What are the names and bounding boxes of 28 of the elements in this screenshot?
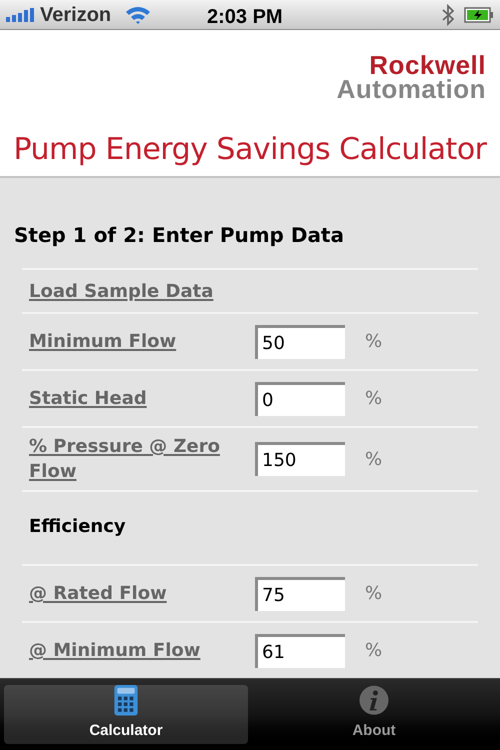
number-input[interactable]: 150 bbox=[255, 442, 345, 476]
field-label-link[interactable]: % Pressure @ Zero Flow bbox=[29, 434, 255, 484]
number-input[interactable]: 61 bbox=[255, 634, 345, 668]
field-label-link[interactable]: Minimum Flow bbox=[29, 329, 176, 354]
signal-icon bbox=[6, 8, 36, 22]
section-heading: Efficiency bbox=[29, 514, 126, 538]
field-label-link[interactable]: Static Head bbox=[29, 386, 147, 411]
tab-button[interactable]: About bbox=[252, 685, 496, 744]
unit-label: % bbox=[365, 448, 382, 472]
number-input[interactable]: 75 bbox=[255, 576, 345, 610]
bluetooth-icon bbox=[442, 4, 454, 26]
number-input[interactable]: 50 bbox=[255, 324, 345, 358]
unit-label: % bbox=[365, 387, 382, 411]
step-heading: Step 1 of 2: Enter Pump Data bbox=[14, 223, 344, 247]
carrier-name: Verizon bbox=[40, 2, 112, 28]
company-logo: Rockwell Automation bbox=[336, 53, 486, 101]
tab-button[interactable]: Calculator bbox=[4, 685, 248, 744]
field-label-link[interactable]: @ Minimum Flow bbox=[29, 638, 200, 663]
page-title: Pump Energy Savings Calculator bbox=[13, 131, 487, 169]
number-input[interactable]: 0 bbox=[255, 382, 345, 416]
unit-label: % bbox=[365, 330, 382, 354]
clock-time: 2:03 PM bbox=[207, 5, 283, 30]
unit-label: % bbox=[365, 582, 382, 606]
battery-icon bbox=[464, 6, 494, 22]
load-sample-link[interactable]: Load Sample Data bbox=[29, 278, 214, 304]
unit-label: % bbox=[365, 639, 382, 663]
field-label-link[interactable]: @ Rated Flow bbox=[29, 581, 167, 606]
wifi-icon bbox=[125, 4, 152, 24]
